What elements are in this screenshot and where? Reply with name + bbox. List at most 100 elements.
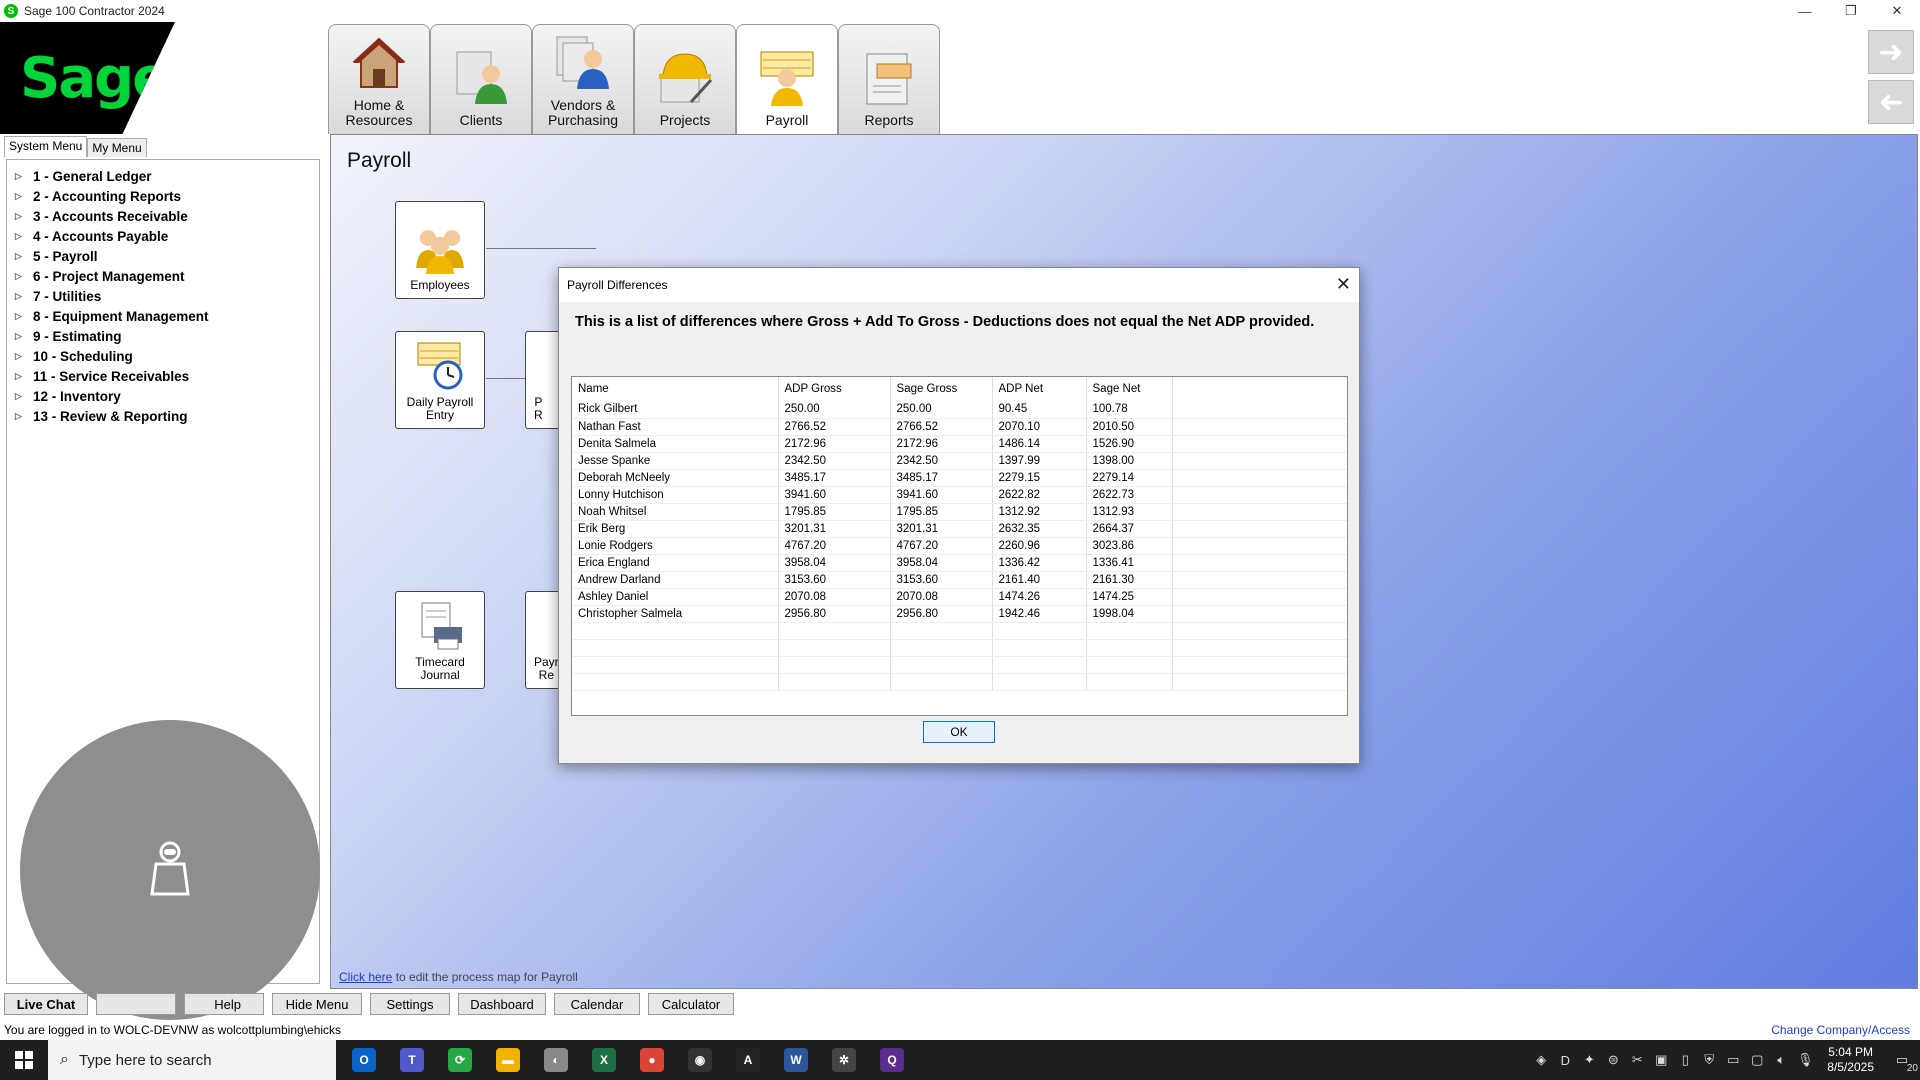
taskbar-app-dark-app[interactable]: ◉ [676, 1040, 724, 1080]
calendar-button[interactable]: Calendar [554, 993, 640, 1015]
table-row[interactable]: Jesse Spanke 2342.50 2342.50 1397.99 1398.00 [572, 452, 1347, 470]
edit-process-map-link[interactable]: Click here [339, 970, 392, 984]
settings-button[interactable]: Settings [370, 993, 450, 1015]
taskbar-app-chatgpt[interactable]: ✲ [820, 1040, 868, 1080]
expand-icon[interactable]: ▷ [15, 271, 33, 282]
tray-teams-icon[interactable]: ✦ [1577, 1040, 1601, 1080]
close-window-button[interactable]: ✕ [1874, 0, 1920, 22]
tray-tool-icon[interactable]: ✂ [1625, 1040, 1649, 1080]
tab-my-menu[interactable]: My Menu [87, 138, 147, 157]
expand-icon[interactable]: ▷ [15, 251, 33, 262]
expand-icon[interactable]: ▷ [15, 391, 33, 402]
hide-menu-button[interactable]: Hide Menu [272, 993, 362, 1015]
timecard-journal-box[interactable]: Timecard Journal [395, 591, 485, 689]
table-row[interactable]: Denita Salmela 2172.96 2172.96 1486.14 1526.… [572, 435, 1347, 453]
taskbar-app-chat-app[interactable]: ◐ [532, 1040, 580, 1080]
taskbar-app-file-explorer[interactable]: ▬ [484, 1040, 532, 1080]
table-row[interactable]: Nathan Fast 2766.52 2766.52 2070.10 2010.50 [572, 418, 1347, 436]
hidden-button[interactable] [96, 993, 176, 1015]
restore-button[interactable]: ❐ [1828, 0, 1874, 22]
expand-icon[interactable]: ▷ [15, 171, 33, 182]
menu-item[interactable]: ▷ 1 - General Ledger [7, 166, 319, 186]
table-row[interactable]: Lonny Hutchison 3941.60 3941.60 2622.82 2622… [572, 486, 1347, 504]
help-button[interactable]: Help [184, 993, 264, 1015]
expand-icon[interactable]: ▷ [15, 291, 33, 302]
taskbar-app-acrobat[interactable]: A [724, 1040, 772, 1080]
tab-payroll[interactable]: Payroll [736, 24, 838, 134]
back-arrow-icon[interactable]: ➜ [1868, 80, 1914, 124]
menu-item[interactable]: ▷ 2 - Accounting Reports [7, 186, 319, 206]
tab-vendors-purchasing[interactable]: Vendors & Purchasing [532, 24, 634, 134]
tray-sync-icon[interactable]: ⊜ [1601, 1040, 1625, 1080]
menu-item[interactable]: ▷ 10 - Scheduling [7, 346, 319, 366]
tray-security-icon[interactable]: ⛨ [1697, 1040, 1721, 1080]
table-row[interactable]: Noah Whitsel 1795.85 1795.85 1312.92 1312.93 [572, 503, 1347, 521]
menu-item[interactable]: ▷ 5 - Payroll [7, 246, 319, 266]
employees-box[interactable]: Employees [395, 201, 485, 299]
table-row[interactable]: Erica England 3958.04 3958.04 1336.42 1336.4… [572, 554, 1347, 572]
tray-usb-icon[interactable]: ▯ [1673, 1040, 1697, 1080]
menu-item[interactable]: ▷ 9 - Estimating [7, 326, 319, 346]
windows-start-button[interactable] [0, 1040, 48, 1080]
recording-overlay[interactable] [20, 720, 320, 1020]
table-row[interactable]: Andrew Darland 3153.60 3153.60 2161.40 2161.… [572, 571, 1347, 589]
expand-icon[interactable]: ▷ [15, 211, 33, 222]
menu-item[interactable]: ▷ 8 - Equipment Management [7, 306, 319, 326]
tab-system-menu[interactable]: System Menu [4, 136, 88, 157]
menu-item[interactable]: ▷ 4 - Accounts Payable [7, 226, 319, 246]
taskbar-app-green-app[interactable]: ⟳ [436, 1040, 484, 1080]
taskbar-app-word[interactable]: W [772, 1040, 820, 1080]
live-chat-button[interactable]: Live Chat [4, 993, 88, 1015]
table-row[interactable]: Rick Gilbert 250.00 250.00 90.45 100.78 [572, 401, 1347, 419]
tray-outlook-icon[interactable]: ▣ [1649, 1040, 1673, 1080]
table-row[interactable]: Ashley Daniel 2070.08 2070.08 1474.26 1474.2… [572, 588, 1347, 606]
expand-icon[interactable]: ▷ [15, 371, 33, 382]
expand-icon[interactable]: ▷ [15, 311, 33, 322]
taskbar-app-teams[interactable]: T [388, 1040, 436, 1080]
table-row[interactable]: Erik Berg 3201.31 3201.31 2632.35 2664.37 [572, 520, 1347, 538]
notification-icon[interactable]: ▭ 20 [1884, 1040, 1920, 1080]
tab-reports[interactable]: Reports [838, 24, 940, 134]
column-header[interactable]: Name [572, 377, 779, 401]
dialog-close-button[interactable]: ✕ [1336, 274, 1351, 295]
expand-icon[interactable]: ▷ [15, 191, 33, 202]
expand-icon[interactable]: ▷ [15, 231, 33, 242]
menu-item[interactable]: ▷ 13 - Review & Reporting [7, 406, 319, 426]
daily-payroll-entry-box[interactable]: Daily Payroll Entry [395, 331, 485, 429]
column-header[interactable]: ADP Net [992, 377, 1087, 401]
expand-icon[interactable]: ▷ [15, 331, 33, 342]
dashboard-button[interactable]: Dashboard [458, 993, 546, 1015]
change-company-link[interactable]: Change Company/Access [1771, 1023, 1910, 1037]
expand-icon[interactable]: ▷ [15, 411, 33, 422]
tab-home-resources[interactable]: Home & Resources [328, 24, 430, 134]
taskbar-app-chrome[interactable]: ● [628, 1040, 676, 1080]
differences-grid[interactable]: Name ADP Gross Sage Gross ADP Net Sage N… [571, 376, 1348, 716]
taskbar-app-excel[interactable]: X [580, 1040, 628, 1080]
table-row[interactable]: Lonie Rodgers 4767.20 4767.20 2260.96 3023.8… [572, 537, 1347, 555]
menu-item[interactable]: ▷ 12 - Inventory [7, 386, 319, 406]
table-row[interactable]: Deborah McNeely 3485.17 3485.17 2279.15 2279… [572, 469, 1347, 487]
tab-clients[interactable]: Clients [430, 24, 532, 134]
microphone-icon[interactable]: 🎙︎ [1793, 1040, 1817, 1080]
taskbar-clock[interactable]: 5:04 PM 8/5/2025 [1817, 1045, 1884, 1075]
column-header[interactable]: Sage Net [1086, 377, 1173, 401]
tray-d-icon[interactable]: D [1553, 1040, 1577, 1080]
menu-item[interactable]: ▷ 7 - Utilities [7, 286, 319, 306]
calculator-button[interactable]: Calculator [648, 993, 734, 1015]
menu-item[interactable]: ▷ 11 - Service Receivables [7, 366, 319, 386]
ok-button[interactable]: OK [923, 721, 995, 743]
tray-app-icon[interactable]: ◈ [1529, 1040, 1553, 1080]
menu-item[interactable]: ▷ 3 - Accounts Receivable [7, 206, 319, 226]
taskbar-app-purple-app[interactable]: Q [868, 1040, 916, 1080]
minimize-button[interactable]: — [1782, 0, 1828, 22]
tab-projects[interactable]: Projects [634, 24, 736, 134]
network-icon[interactable]: ▢ [1745, 1040, 1769, 1080]
battery-icon[interactable]: ▭ [1721, 1040, 1745, 1080]
menu-item[interactable]: ▷ 6 - Project Management [7, 266, 319, 286]
table-row[interactable]: Christopher Salmela 2956.80 2956.80 1942.46… [572, 605, 1347, 623]
forward-arrow-icon[interactable]: ➜ [1868, 30, 1914, 74]
column-header[interactable]: ADP Gross [778, 377, 891, 401]
taskbar-search[interactable]: ⌕ Type here to search [48, 1040, 336, 1080]
taskbar-app-outlook[interactable]: O [340, 1040, 388, 1080]
column-header[interactable]: Sage Gross [890, 377, 993, 401]
